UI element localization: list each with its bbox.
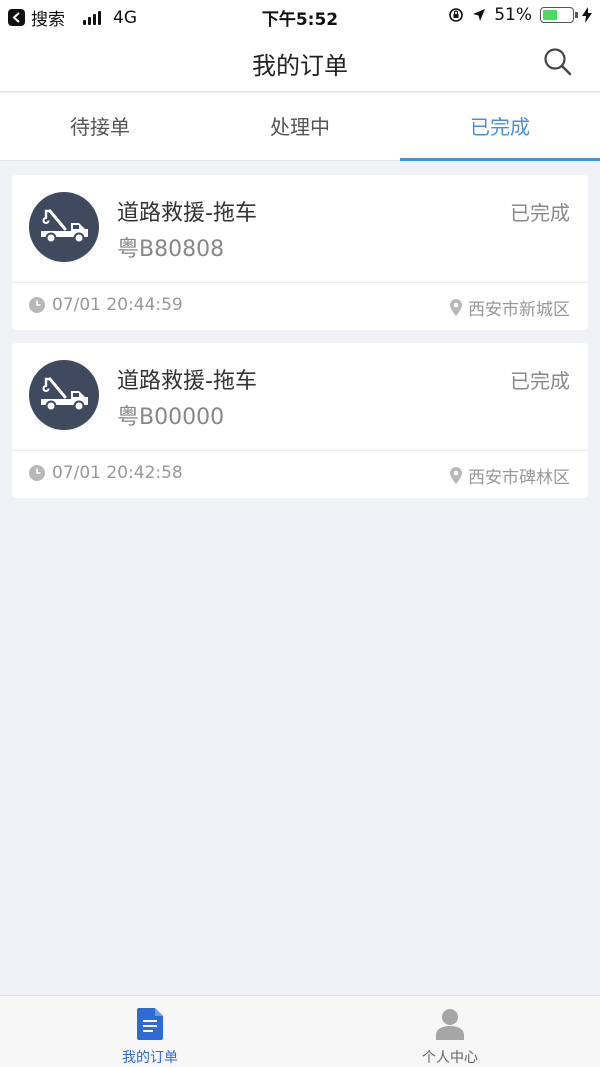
nav-bar: 我的订单	[0, 32, 600, 92]
status-left: 搜索 4G	[8, 5, 137, 30]
location-pin-icon	[450, 299, 462, 316]
order-card-header: 道路救援-拖车 粤B00000 已完成	[12, 343, 588, 451]
order-card-header: 道路救援-拖车 粤B80808 已完成	[12, 175, 588, 283]
order-card[interactable]: 道路救援-拖车 粤B00000 已完成 07/01 20:42:58 西安市碑林…	[12, 343, 588, 498]
order-list: 道路救援-拖车 粤B80808 已完成 07/01 20:44:59 西安市新城…	[12, 175, 588, 511]
clock-icon	[29, 465, 45, 481]
order-status-tabs: 待接单 处理中 已完成	[0, 93, 600, 161]
bottom-tab-label[interactable]: 我的订单	[0, 1047, 300, 1067]
tow-truck-icon	[29, 360, 99, 430]
tab-processing[interactable]: 处理中	[200, 93, 400, 160]
battery-level	[543, 10, 558, 20]
network-type: 4G	[113, 7, 137, 28]
status-badge: 已完成	[510, 201, 570, 225]
document-icon[interactable]	[137, 1008, 163, 1040]
tab-pending[interactable]: 待接单	[0, 93, 200, 160]
search-button[interactable]	[542, 46, 574, 78]
order-time: 07/01 20:44:59	[29, 295, 183, 315]
signal-icon	[83, 10, 101, 25]
order-card-footer: 07/01 20:44:59 西安市新城区	[12, 283, 588, 329]
tab-completed[interactable]: 已完成	[400, 93, 600, 161]
tow-truck-icon	[29, 192, 99, 262]
license-plate: 粤B00000	[117, 405, 225, 430]
page-title: 我的订单	[252, 52, 348, 80]
bottom-tab-profile[interactable]: 个人中心	[300, 996, 600, 1067]
order-card[interactable]: 道路救援-拖车 粤B80808 已完成 07/01 20:44:59 西安市新城…	[12, 175, 588, 330]
status-bar: 搜索 4G 下午5:52 51%	[0, 0, 600, 32]
order-card-footer: 07/01 20:42:58 西安市碑林区	[12, 451, 588, 497]
bottom-tab-label[interactable]: 个人中心	[300, 1047, 600, 1067]
person-icon[interactable]	[436, 1008, 464, 1040]
status-badge: 已完成	[510, 369, 570, 393]
license-plate: 粤B80808	[117, 237, 225, 262]
order-time-text: 07/01 20:44:59	[52, 295, 183, 315]
search-icon[interactable]	[542, 46, 574, 78]
clock-icon	[29, 297, 45, 313]
orientation-lock-icon	[449, 8, 464, 22]
order-location: 西安市新城区	[450, 295, 570, 320]
bottom-tab-bar: 我的订单 个人中心	[0, 995, 600, 1067]
order-location-text: 西安市新城区	[468, 300, 570, 320]
back-to-app-icon[interactable]	[8, 9, 25, 26]
order-location: 西安市碑林区	[450, 463, 570, 488]
location-pin-icon	[450, 467, 462, 484]
bottom-tab-my-orders[interactable]: 我的订单	[0, 996, 300, 1067]
order-time: 07/01 20:42:58	[29, 463, 183, 483]
battery-icon	[540, 7, 578, 23]
order-time-text: 07/01 20:42:58	[52, 463, 183, 483]
order-location-text: 西安市碑林区	[468, 468, 570, 488]
back-app-label[interactable]: 搜索	[31, 5, 65, 30]
battery-percent: 51%	[494, 5, 532, 25]
service-name: 道路救援-拖车	[117, 201, 257, 226]
charging-bolt-icon	[582, 7, 592, 23]
service-name: 道路救援-拖车	[117, 369, 257, 394]
location-arrow-icon	[473, 9, 486, 21]
status-right: 51%	[448, 5, 592, 25]
